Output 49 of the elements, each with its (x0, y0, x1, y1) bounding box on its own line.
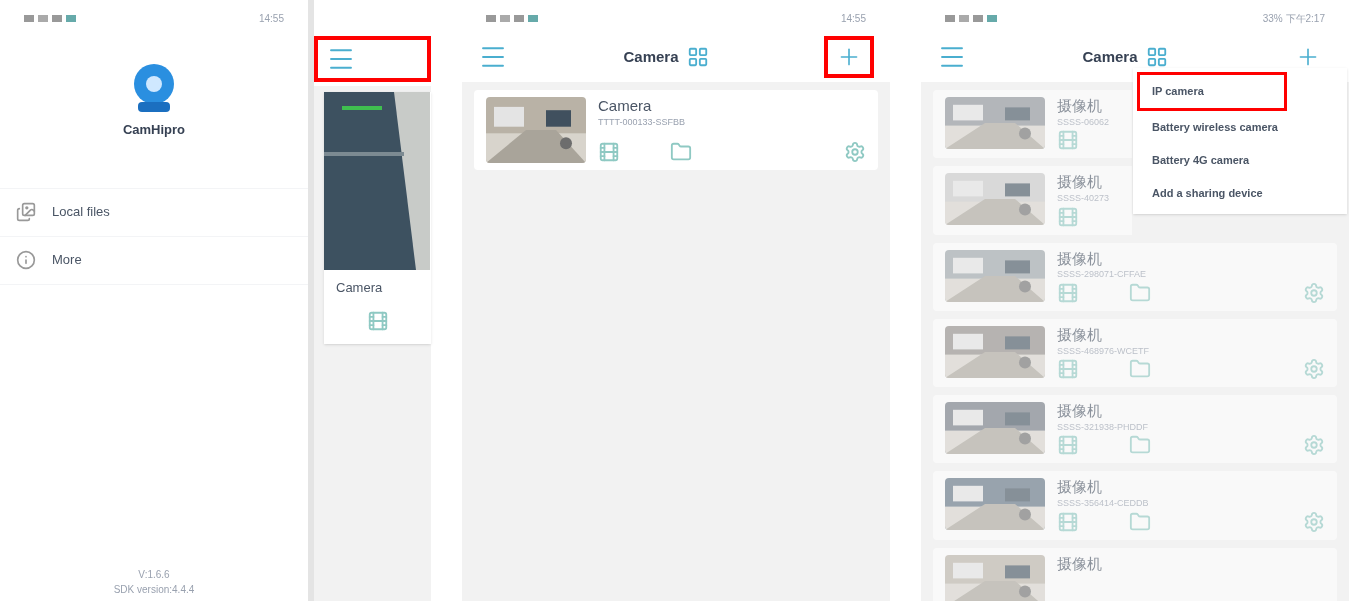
settings-icon[interactable] (1303, 510, 1325, 533)
folder-icon[interactable] (1129, 510, 1151, 533)
folder-icon[interactable] (1129, 358, 1151, 380)
device-name: Camera (598, 97, 652, 116)
settings-icon[interactable] (1303, 358, 1325, 380)
view-toggle-icon[interactable] (686, 46, 709, 68)
camera-name: Camera (335, 279, 384, 297)
device-name: 摄像机 (1057, 402, 1102, 421)
device-name: 摄像机 (1057, 173, 1102, 192)
video-icon[interactable] (1057, 510, 1079, 533)
info-icon (16, 250, 36, 270)
video-icon[interactable] (1057, 434, 1079, 457)
folder-icon[interactable] (670, 141, 692, 163)
device-card[interactable]: Camera TTTT-000133-SSFBB (474, 90, 878, 170)
drawer-item[interactable]: Local files (0, 188, 308, 237)
status-time: 33% 下午2:17 (1262, 11, 1325, 26)
app-name: CamHipro (122, 121, 186, 139)
settings-icon[interactable] (1303, 281, 1325, 304)
menu-item[interactable]: Add a sharing device (1140, 177, 1340, 210)
device-uid: TTTT-000133-SSFBB (598, 115, 686, 129)
sdk-version: SDK version:4.4.4 (113, 583, 195, 597)
screen-title: Camera (1082, 46, 1138, 67)
device-name: 摄像机 (1057, 97, 1102, 116)
menu-item[interactable]: Battery 4G camera (1140, 144, 1340, 177)
device-name: 摄像机 (1057, 478, 1102, 497)
menu-item[interactable]: IP camera (1140, 75, 1284, 108)
screen-title: Camera (623, 46, 679, 67)
device-uid: SSSS-468976-WCETF (1057, 344, 1150, 358)
app-version: V:1.6.6 (138, 568, 170, 582)
video-icon[interactable] (1057, 205, 1079, 228)
device-uid: SSSS-298071-CFFAE (1057, 268, 1147, 282)
files-icon (16, 202, 36, 222)
device-uid: SSSS-321938-PHDDF (1057, 420, 1149, 434)
device-name: 摄像机 (1057, 325, 1102, 345)
video-icon[interactable] (1057, 281, 1079, 304)
device-name: 摄像机 (1057, 249, 1102, 269)
video-icon[interactable] (598, 141, 620, 163)
video-icon[interactable] (366, 309, 389, 332)
device-uid: SSSS-356414-CEDDB (1057, 497, 1149, 510)
settings-icon[interactable] (844, 141, 866, 163)
video-icon[interactable] (1057, 129, 1079, 152)
status-time: 14:55 (258, 11, 284, 26)
view-toggle-icon[interactable] (1145, 46, 1168, 68)
video-icon[interactable] (1057, 358, 1079, 380)
menu-item[interactable]: Battery wireless camera (1140, 111, 1340, 144)
settings-icon[interactable] (1303, 434, 1325, 457)
folder-icon[interactable] (1129, 281, 1151, 304)
device-name: 摄像机 (1057, 554, 1102, 574)
status-time: 14:55 (840, 11, 866, 26)
